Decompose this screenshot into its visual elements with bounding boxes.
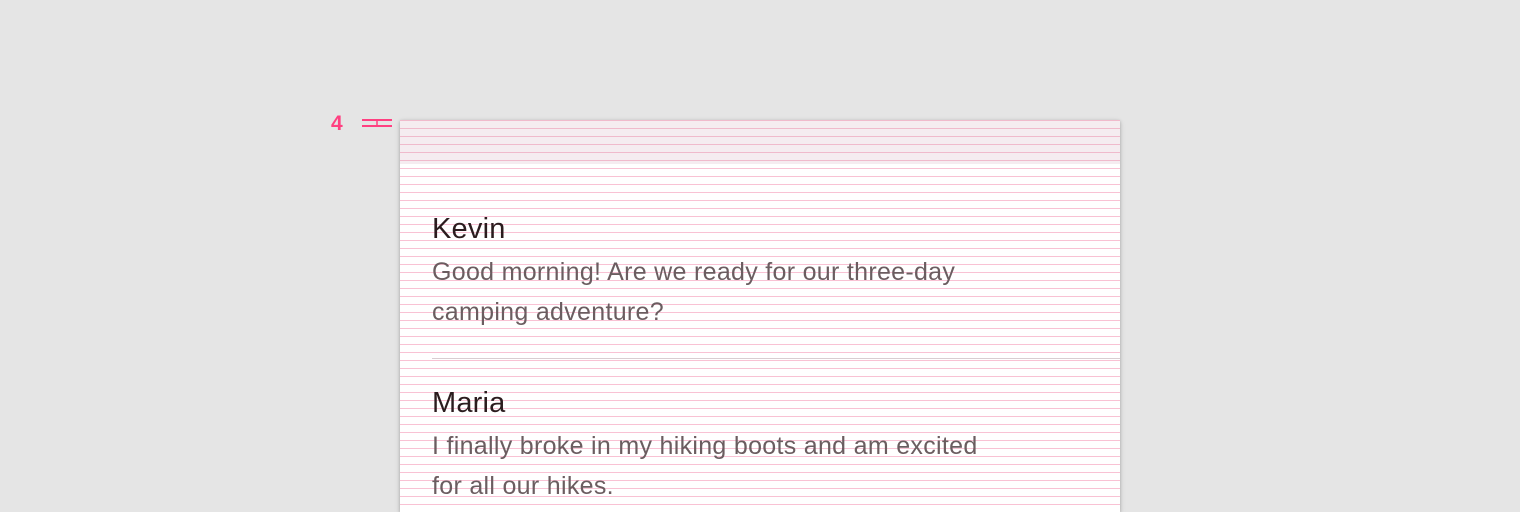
message-list-card: Kevin Good morning! Are we ready for our…: [400, 120, 1120, 512]
list-item[interactable]: Kevin Good morning! Are we ready for our…: [432, 210, 992, 332]
top-padding-highlight: [400, 120, 1120, 164]
message-preview: Good morning! Are we ready for our three…: [432, 258, 956, 326]
spacing-measurement-label: 4: [331, 112, 343, 135]
list-item[interactable]: Maria I finally broke in my hiking boots…: [432, 384, 992, 506]
sender-name: Kevin: [432, 213, 506, 245]
spec-canvas: 4 Kevin Good morning! Are we ready for o…: [0, 0, 1520, 512]
list-divider: [432, 358, 1120, 359]
message-preview: I finally broke in my hiking boots and a…: [432, 432, 978, 500]
spacing-measurement-icon: [362, 119, 392, 127]
sender-name: Maria: [432, 387, 506, 419]
